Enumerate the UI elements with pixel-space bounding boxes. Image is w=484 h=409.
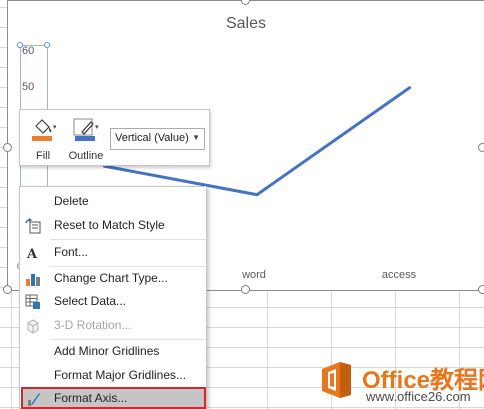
chart-element-dropdown[interactable]: Vertical (Value) ▼ [110,128,205,150]
chart-resize-handle[interactable] [3,285,12,294]
font-icon: A [26,247,38,261]
rotation-3d-icon [27,319,39,334]
menu-item-3d-rotation: 3-D Rotation... [21,314,206,337]
menu-item-format-major-gridlines[interactable]: Format Major Gridlines... [21,364,206,387]
menu-item-label: Change Chart Type... [54,271,168,285]
y-tick-label: 60 [22,45,35,57]
menu-item-label: Add Minor Gridlines [54,344,160,358]
menu-item-label: Select Data... [54,294,127,308]
fill-button[interactable]: ▾ Fill [20,114,66,164]
x-category-label: access [381,269,417,281]
select-data-icon [25,294,40,309]
y-tick-label: 50 [22,81,35,93]
menu-item-select-data[interactable]: Select Data... [21,290,206,313]
menu-item-label: 3-D Rotation... [54,318,132,332]
svg-text:A: A [26,247,38,261]
chart-resize-handle[interactable] [241,285,250,294]
reset-style-icon [25,218,41,234]
chart-type-icon [26,274,40,286]
chart-resize-handle[interactable] [478,285,484,294]
axis-handle-top-right[interactable] [44,42,50,48]
fill-color-swatch [32,136,52,141]
menu-item-add-minor-gridlines[interactable]: Add Minor Gridlines [21,340,206,363]
svg-text:▾: ▾ [53,123,56,131]
svg-text:▾: ▾ [95,123,99,131]
menu-item-label: Reset to Match Style [54,218,165,232]
chart-resize-handle[interactable] [478,143,484,152]
fill-label: Fill [35,150,51,162]
x-category-label: word [242,269,266,281]
outline-button[interactable]: ▾ Outline [62,114,110,164]
menu-item-change-chart-type[interactable]: Change Chart Type... [21,267,206,290]
context-menu: Delete Reset to Match Style A Font... Ch… [19,186,207,409]
paint-bucket-icon: ▾ [32,119,56,141]
watermark-url: www.office26.com [366,389,471,404]
chevron-down-icon: ▼ [192,133,200,142]
menu-item-label: Font... [54,245,89,259]
menu-item-label: Delete [54,194,89,208]
office-logo-icon [322,362,351,398]
menu-item-label: Format Major Gridlines... [54,368,187,382]
mini-toolbar: ▾ Fill ▾ Outline Vertical (Value) ▼ [19,109,210,166]
menu-item-reset-to-match-style[interactable]: Reset to Match Style [21,214,206,237]
chart-element-dropdown-value: Vertical (Value) [115,132,189,144]
menu-item-delete[interactable]: Delete [21,190,206,213]
menu-separator [50,239,206,240]
series-line-segment[interactable] [255,86,412,197]
outline-color-swatch [75,136,95,141]
menu-item-font[interactable]: A Font... [21,241,206,264]
annotation-highlight-box [21,387,206,409]
pen-outline-icon: ▾ [73,118,99,141]
outline-label: Outline [68,150,104,162]
chart-resize-handle[interactable] [3,143,12,152]
